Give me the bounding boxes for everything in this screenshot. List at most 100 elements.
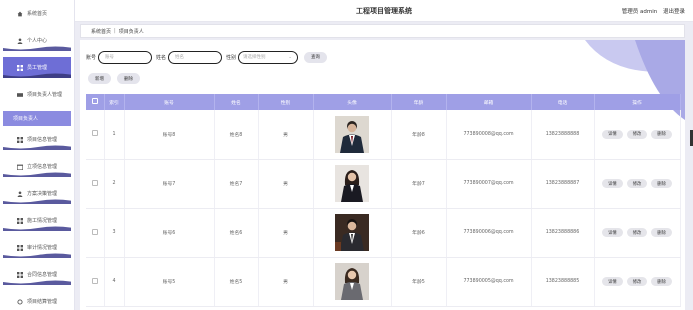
row-checkbox[interactable] — [91, 130, 98, 137]
sidebar-item-construction[interactable]: 施工情况管理 — [3, 210, 71, 231]
edit-button[interactable]: 修改 — [626, 277, 648, 286]
search-bar: 账号 账号 姓名 姓名 性别 请选择性别 ⌄ 查询 — [86, 50, 328, 64]
edit-button[interactable]: 修改 — [626, 228, 648, 237]
cell-age: 年龄6 — [391, 208, 447, 258]
row-checkbox[interactable] — [91, 277, 98, 284]
table-row: 4 账号5 姓名5 男 年龄5 773890005@qq.com 1382388… — [86, 257, 681, 307]
sidebar-item-approval[interactable]: 立项信息管理 — [3, 156, 71, 177]
batch-delete-button[interactable]: 删除 — [117, 73, 140, 84]
cell-email: 773890005@qq.com — [446, 257, 532, 307]
app-window: 系统首页 个人中心 员工管理 项目负责人管理 项目负责人 项目信息管理 立项信息… — [0, 0, 693, 310]
wave-decoration — [3, 226, 71, 231]
row-checkbox[interactable] — [91, 179, 98, 186]
query-button[interactable]: 查询 — [304, 51, 328, 63]
table-row: 1 账号8 姓名8 男 年龄8 773890008@qq.com 1382388… — [86, 110, 681, 160]
cell-gender: 男 — [258, 208, 314, 258]
avatar-photo-man — [335, 214, 369, 251]
logout-link[interactable]: 退出登录 — [663, 9, 685, 15]
cell-name: 姓名8 — [214, 110, 259, 160]
row-select — [86, 257, 105, 307]
sidebar-item-label: 方案决策管理 — [27, 191, 58, 197]
sidebar-item-project-info[interactable]: 项目信息管理 — [3, 129, 71, 150]
detail-button[interactable]: 详情 — [602, 129, 623, 139]
cell-photo — [313, 110, 392, 160]
row-select — [86, 208, 105, 258]
cell-name: 姓名5 — [214, 257, 259, 307]
delete-button[interactable]: 删除 — [651, 228, 672, 237]
edit-button[interactable]: 修改 — [626, 179, 648, 188]
cell-index: 4 — [104, 257, 125, 307]
sidebar-item-decision[interactable]: 方案决策管理 — [3, 183, 71, 204]
delete-button[interactable]: 删除 — [651, 129, 672, 139]
person-icon — [17, 37, 23, 44]
breadcrumb: 系统首页 | 项目负责人 — [80, 24, 685, 38]
sidebar-item-home[interactable]: 系统首页 — [3, 3, 71, 24]
cell-ops: 详情 修改 删除 — [594, 257, 681, 307]
sidebar-item-employees[interactable]: 员工管理 — [3, 57, 71, 78]
sidebar-item-audit[interactable]: 审计情况管理 — [3, 237, 71, 258]
sidebar-item-label: 项目负责人 — [13, 116, 39, 122]
wave-decoration — [3, 199, 71, 204]
table-header-row: 索引 账号 姓名 性别 头像 年龄 邮箱 电话 操作 — [86, 94, 681, 110]
sidebar-item-profile[interactable]: 个人中心 — [3, 30, 71, 51]
action-bar: 新增 删除 — [88, 73, 140, 84]
cell-account: 账号6 — [124, 208, 215, 258]
cell-phone: 13823888887 — [531, 159, 595, 209]
wave-decoration — [3, 172, 71, 177]
cell-photo — [313, 159, 392, 209]
sidebar: 系统首页 个人中心 员工管理 项目负责人管理 项目负责人 项目信息管理 立项信息… — [0, 0, 75, 310]
column-header: 索引 — [104, 94, 125, 110]
detail-button[interactable]: 详情 — [602, 277, 623, 286]
grid-icon — [17, 244, 23, 251]
cell-photo — [313, 208, 392, 258]
row-checkbox[interactable] — [91, 228, 98, 235]
sidebar-item-contract[interactable]: 合同信息管理 — [3, 264, 71, 285]
cell-ops: 详情 修改 删除 — [594, 208, 681, 258]
account-input[interactable]: 账号 — [98, 50, 153, 64]
wave-decoration — [3, 73, 71, 78]
cell-index: 3 — [104, 208, 125, 258]
detail-button[interactable]: 详情 — [602, 228, 623, 237]
sidebar-item-settlement[interactable]: 项目结算管理 — [3, 291, 71, 310]
sidebar-item-label: 项目信息管理 — [27, 137, 58, 143]
edit-button[interactable]: 修改 — [626, 129, 648, 139]
sidebar-item-label: 审计情况管理 — [27, 245, 58, 251]
delete-button[interactable]: 删除 — [651, 277, 672, 286]
cell-phone: 13823888886 — [531, 208, 595, 258]
column-header: 姓名 — [214, 94, 259, 110]
delete-button[interactable]: 删除 — [651, 179, 672, 188]
select-all-header[interactable] — [86, 94, 105, 110]
gender-select[interactable]: 请选择性别 ⌄ — [238, 50, 299, 64]
calendar-icon — [17, 164, 23, 170]
cell-age: 年龄5 — [391, 257, 447, 307]
name-placeholder: 姓名 — [175, 55, 185, 60]
cell-account: 账号8 — [124, 110, 215, 160]
sidebar-item-label: 员工管理 — [27, 65, 48, 71]
select-all-checkbox[interactable] — [91, 98, 98, 104]
breadcrumb-home[interactable]: 系统首页 — [91, 28, 111, 35]
account-label: 账号 — [86, 54, 97, 61]
detail-button[interactable]: 详情 — [602, 179, 623, 188]
cell-photo — [313, 257, 392, 307]
cell-email: 773890008@qq.com — [446, 110, 532, 160]
cell-account: 账号5 — [124, 257, 215, 307]
sidebar-item-leader-mgmt[interactable]: 项目负责人管理 — [3, 84, 71, 105]
column-header: 账号 — [124, 94, 215, 110]
column-header: 头像 — [313, 94, 392, 110]
avatar-photo-woman — [335, 263, 369, 300]
cell-account: 账号7 — [124, 159, 215, 209]
row-select — [86, 159, 105, 209]
sidebar-item-label: 系统首页 — [27, 11, 48, 17]
main-panel: 账号 账号 姓名 姓名 性别 请选择性别 ⌄ 查询 新增 删除 索引 账号 姓名 … — [80, 40, 685, 310]
name-input[interactable]: 姓名 — [168, 50, 223, 64]
sidebar-item-label: 施工情况管理 — [27, 218, 58, 224]
add-button[interactable]: 新增 — [88, 73, 111, 84]
sidebar-subitem-leader[interactable]: 项目负责人 — [3, 111, 71, 126]
avatar-photo-woman — [335, 165, 369, 202]
column-header: 电话 — [531, 94, 595, 110]
sidebar-item-label: 合同信息管理 — [27, 272, 58, 278]
sidebar-item-label: 项目负责人管理 — [27, 92, 63, 98]
cell-gender: 男 — [258, 159, 314, 209]
sidebar-item-label: 项目结算管理 — [27, 299, 58, 305]
grid-icon — [17, 136, 23, 143]
